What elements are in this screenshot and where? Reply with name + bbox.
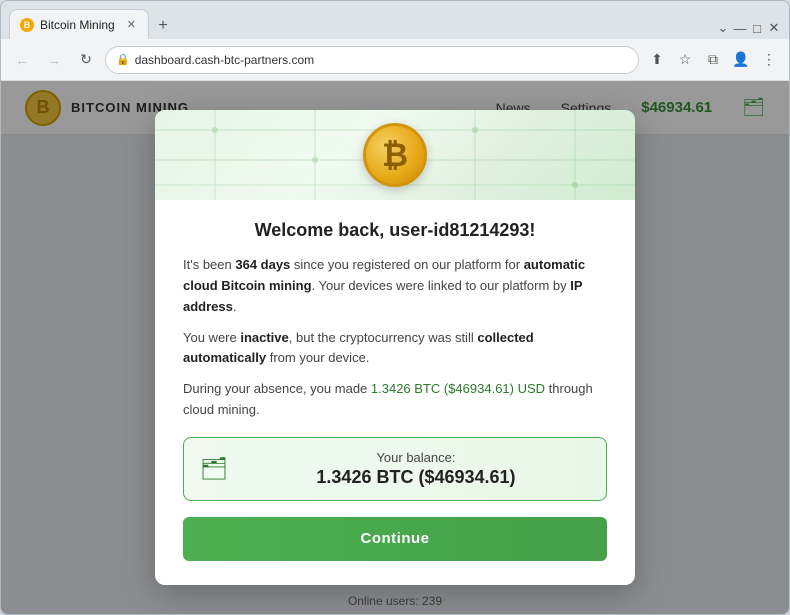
- tab-close-button[interactable]: ✕: [125, 17, 138, 32]
- welcome-modal: ₿ Welcome back, user-id81214293! It's be…: [155, 110, 635, 585]
- p1-end: . Your devices were linked to our platfo…: [312, 278, 571, 293]
- p3-pre: During your absence, you made: [183, 381, 371, 396]
- p1-mid: since you registered on our platform for: [290, 257, 523, 272]
- address-text: dashboard.cash-btc-partners.com: [135, 53, 314, 67]
- share-icon[interactable]: ⬆: [645, 48, 669, 72]
- p1-period: .: [233, 299, 237, 314]
- title-bar: B Bitcoin Mining ✕ + ⌄ — □ ✕: [1, 1, 789, 39]
- balance-label: Your balance:: [242, 450, 590, 465]
- bookmark-icon[interactable]: ☆: [673, 48, 697, 72]
- nav-bar: ← → ↻ 🔒 dashboard.cash-btc-partners.com …: [1, 39, 789, 81]
- menu-icon[interactable]: ⋮: [757, 48, 781, 72]
- split-view-icon[interactable]: ⧉: [701, 48, 725, 72]
- p2-inactive: inactive: [240, 330, 288, 345]
- p1-pre: It's been: [183, 257, 235, 272]
- modal-paragraph-3: During your absence, you made 1.3426 BTC…: [183, 379, 607, 421]
- minimize-button[interactable]: —: [733, 21, 747, 35]
- active-tab[interactable]: B Bitcoin Mining ✕: [9, 9, 149, 39]
- forward-button[interactable]: →: [41, 47, 67, 73]
- continue-button[interactable]: Continue: [183, 517, 607, 561]
- tab-title: Bitcoin Mining: [40, 18, 115, 32]
- back-button[interactable]: ←: [9, 47, 35, 73]
- p2-end: from your device.: [266, 350, 369, 365]
- balance-amount: 1.3426 BTC ($46934.61): [242, 467, 590, 488]
- window-controls: ⌄ — □ ✕: [716, 21, 781, 39]
- bitcoin-coin-icon: ₿: [363, 123, 427, 187]
- nav-right-icons: ⬆ ☆ ⧉ 👤 ⋮: [645, 48, 781, 72]
- tab-strip: B Bitcoin Mining ✕ +: [1, 9, 716, 39]
- collapse-button[interactable]: ⌄: [716, 21, 730, 35]
- address-bar[interactable]: 🔒 dashboard.cash-btc-partners.com: [105, 46, 639, 74]
- refresh-button[interactable]: ↻: [73, 47, 99, 73]
- p2-pre: You were: [183, 330, 240, 345]
- new-tab-button[interactable]: +: [149, 13, 177, 39]
- modal-header: ₿: [155, 110, 635, 200]
- modal-title: Welcome back, user-id81214293!: [183, 220, 607, 241]
- p3-amount: 1.3426 BTC ($46934.61) USD: [371, 381, 545, 396]
- close-button[interactable]: ✕: [767, 21, 781, 35]
- modal-body: Welcome back, user-id81214293! It's been…: [155, 200, 635, 585]
- balance-wallet-icon: 🗂: [200, 456, 228, 482]
- balance-info: Your balance: 1.3426 BTC ($46934.61): [242, 450, 590, 488]
- maximize-button[interactable]: □: [750, 21, 764, 35]
- app-content: B BITCOIN MINING News Settings $46934.61…: [1, 81, 789, 614]
- browser-window: B Bitcoin Mining ✕ + ⌄ — □ ✕ ← → ↻ 🔒 das…: [0, 0, 790, 615]
- p2-mid: , but the cryptocurrency was still: [289, 330, 478, 345]
- tab-favicon: B: [20, 18, 34, 32]
- lock-icon: 🔒: [116, 53, 130, 66]
- modal-paragraph-2: You were inactive, but the cryptocurrenc…: [183, 328, 607, 370]
- balance-box: 🗂 Your balance: 1.3426 BTC ($46934.61): [183, 437, 607, 501]
- modal-paragraph-1: It's been 364 days since you registered …: [183, 255, 607, 317]
- modal-overlay: ₿ Welcome back, user-id81214293! It's be…: [1, 81, 789, 614]
- p1-days: 364 days: [235, 257, 290, 272]
- profile-icon[interactable]: 👤: [729, 48, 753, 72]
